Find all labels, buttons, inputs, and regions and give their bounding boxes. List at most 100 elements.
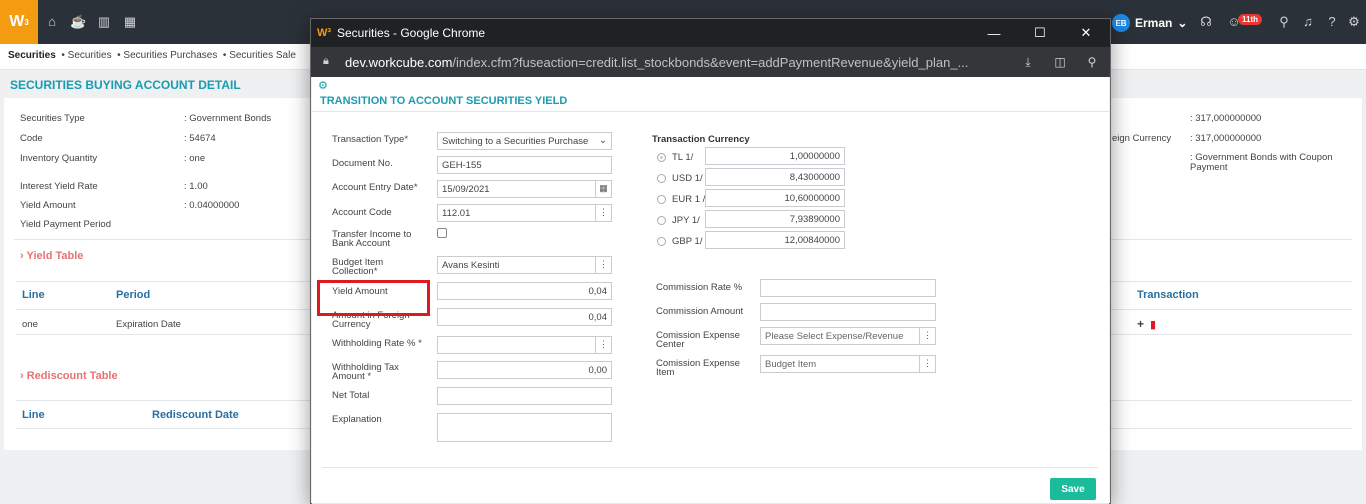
expense-center-input[interactable]: Please Select Expense/Revenue ⋮ [760, 327, 936, 345]
net-total-label: Net Total [332, 390, 370, 401]
yield-table-header[interactable]: › Yield Table [20, 250, 83, 262]
bell-icon[interactable]: ♫ [1300, 14, 1316, 30]
zoom-icon[interactable]: ⚲ [1085, 55, 1099, 69]
breadcrumb-item[interactable]: Securities [8, 50, 56, 61]
minimize-icon[interactable]: — [971, 19, 1017, 47]
coffee-icon[interactable]: ☕ [70, 14, 86, 30]
close-icon[interactable]: ✕ [1063, 19, 1109, 47]
headset-icon[interactable]: ☊ [1198, 14, 1214, 30]
column-header: Rediscount Date [152, 409, 239, 421]
commission-amount-input[interactable] [760, 303, 936, 321]
detail-label: Interest Yield Rate [20, 181, 98, 192]
currency-radio-jpy[interactable] [657, 216, 666, 225]
document-no-input[interactable]: GEH-155 [437, 156, 612, 174]
popup-body: ⚙ TRANSITION TO ACCOUNT SECURITIES YIELD… [312, 77, 1109, 503]
more-options-icon[interactable]: ⋮ [919, 356, 935, 372]
commission-rate-input[interactable] [760, 279, 936, 297]
detail-label: Inventory Quantity [20, 153, 98, 164]
url-domain: dev.workcube.com [345, 54, 453, 70]
more-options-icon[interactable]: ⋮ [595, 257, 611, 273]
gear-icon[interactable]: ⚙ [1346, 14, 1362, 30]
withholding-rate-input[interactable]: ⋮ [437, 336, 612, 354]
detail-value: : Government Bonds with Coupon Payment [1190, 152, 1333, 173]
currency-label: USD 1/ [672, 173, 703, 184]
expense-item-input[interactable]: Budget Item ⋮ [760, 355, 936, 373]
transfer-income-checkbox[interactable] [437, 228, 447, 238]
currency-radio-tl[interactable] [657, 153, 666, 162]
highlight-box [317, 280, 430, 316]
detail-value: : 317,000000000 [1190, 113, 1262, 124]
download-icon[interactable]: ⤓ [1021, 55, 1035, 70]
add-icon[interactable]: + [1137, 317, 1144, 331]
user-menu[interactable]: EB Erman ⌄ [1112, 14, 1187, 32]
home-icon[interactable]: ⌂ [44, 14, 60, 30]
explanation-textarea[interactable] [437, 413, 612, 442]
currency-rate-input[interactable]: 1,00000000 [705, 147, 845, 165]
transaction-currency-title: Transaction Currency [652, 134, 750, 145]
amount-foreign-input[interactable]: 0,04 [437, 308, 612, 326]
user-name: Erman [1135, 16, 1173, 30]
budget-item-value: Avans Kesinti [442, 260, 500, 271]
currency-label: JPY 1/ [672, 215, 700, 226]
column-header: Transaction [1137, 289, 1199, 301]
detail-value: : 54674 [184, 133, 216, 144]
bookmark-icon[interactable]: ▮ [1150, 318, 1156, 331]
detail-label: Yield Amount [20, 200, 76, 211]
detail-value: : 0.04000000 [184, 200, 240, 211]
currency-label: TL 1/ [672, 152, 694, 163]
search-icon[interactable]: ⚲ [1276, 14, 1292, 30]
translate-icon[interactable]: ◫ [1053, 55, 1067, 69]
breadcrumb-item[interactable]: Securities Purchases [123, 50, 217, 61]
expense-item-label-2: Item [656, 367, 675, 378]
column-header: Line [22, 289, 45, 301]
calendar-icon[interactable]: ▦ [122, 14, 138, 30]
expense-item-placeholder: Budget Item [765, 359, 817, 370]
transfer-income-label-2: Bank Account [332, 238, 391, 249]
chart-icon[interactable]: ▥ [96, 14, 112, 30]
lock-icon[interactable]: 🔒︎ [323, 55, 329, 68]
currency-rate-input[interactable]: 10,60000000 [705, 189, 845, 207]
column-header: Line [22, 409, 45, 421]
currency-radio-eur[interactable] [657, 195, 666, 204]
account-entry-date-input[interactable]: 15/09/2021 ▦ [437, 180, 612, 198]
transaction-type-select[interactable]: Switching to a Securities Purchase ⌄ [437, 132, 612, 150]
currency-radio-gbp[interactable] [657, 237, 666, 246]
more-options-icon[interactable]: ⋮ [595, 337, 611, 353]
withholding-rate-label: Withholding Rate % * [332, 338, 422, 349]
save-button[interactable]: Save [1050, 478, 1096, 500]
breadcrumb-item[interactable]: Securities Sale [229, 50, 296, 61]
account-code-value: 112.01 [442, 208, 471, 219]
budget-item-input[interactable]: Avans Kesinti ⋮ [437, 256, 612, 274]
help-icon[interactable]: ? [1324, 14, 1340, 30]
account-code-label: Account Code [332, 207, 392, 218]
gear-icon[interactable]: ⚙ [318, 79, 328, 92]
rediscount-table-header[interactable]: › Rediscount Table [20, 370, 118, 382]
yield-amount-input[interactable]: 0,04 [437, 282, 612, 300]
currency-rate-input[interactable]: 8,43000000 [705, 168, 845, 186]
amount-foreign-label-2: Currency [332, 319, 371, 330]
currency-label: GBP 1/ [672, 236, 703, 247]
calendar-icon[interactable]: ▦ [595, 181, 611, 197]
withholding-tax-input[interactable]: 0,00 [437, 361, 612, 379]
currency-radio-usd[interactable] [657, 174, 666, 183]
maximize-icon[interactable]: ☐ [1017, 19, 1063, 47]
popup-title: TRANSITION TO ACCOUNT SECURITIES YIELD [320, 95, 568, 107]
table-cell: one [22, 319, 38, 330]
currency-rate-input[interactable]: 12,00840000 [705, 231, 845, 249]
app-logo[interactable]: W3 [0, 0, 38, 44]
net-total-input[interactable] [437, 387, 612, 405]
account-entry-date-label: Account Entry Date* [332, 182, 418, 193]
detail-value: : 1.00 [184, 181, 208, 192]
account-code-input[interactable]: 112.01 ⋮ [437, 204, 612, 222]
budget-item-label-2: Collection* [332, 266, 378, 277]
currency-rate-input[interactable]: 7,93890000 [705, 210, 845, 228]
detail-label: Code [20, 133, 43, 144]
address-bar[interactable]: dev.workcube.com/index.cfm?fuseaction=cr… [311, 47, 1110, 77]
detail-label: Yield Payment Period [20, 219, 112, 230]
account-entry-date-value: 15/09/2021 [442, 184, 490, 195]
more-options-icon[interactable]: ⋮ [595, 205, 611, 221]
detail-value: : Government Bonds [184, 113, 272, 124]
more-options-icon[interactable]: ⋮ [919, 328, 935, 344]
column-header: Period [116, 289, 151, 301]
breadcrumb-item[interactable]: Securities [68, 50, 112, 61]
